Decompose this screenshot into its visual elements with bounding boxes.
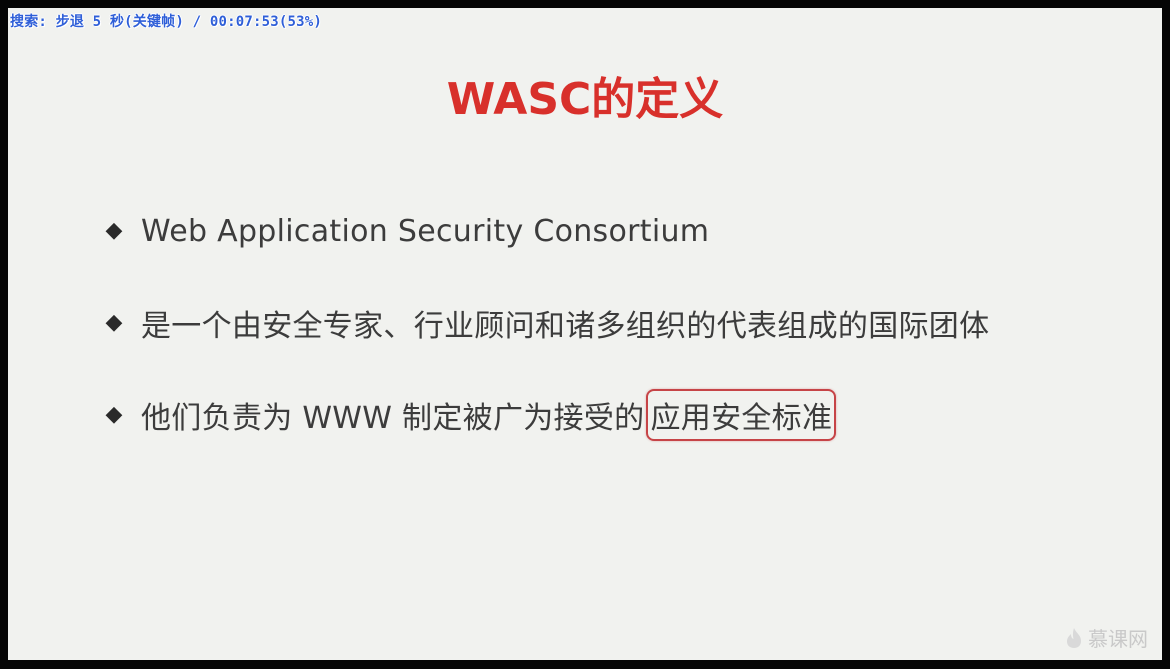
bullet-text: Web Application Security Consortium	[141, 213, 710, 249]
flame-icon	[1066, 627, 1082, 649]
watermark-logo: 慕课网	[1066, 623, 1148, 652]
bullet-text-main: 他们负责为 WWW 制定被广为接受的	[141, 401, 645, 436]
highlight-box: 应用安全标准	[646, 389, 837, 441]
bullet-item: ◆ 是一个由安全专家、行业顾问和诸多组织的代表组成的国际团体	[103, 300, 990, 346]
slide-title: WASC的定义	[446, 74, 724, 125]
bullet-text: 他们负责为 WWW 制定被广为接受的 应用安全标准	[141, 389, 837, 441]
watermark-text: 慕课网	[1088, 627, 1148, 651]
bullet-item: ◆ 他们负责为 WWW 制定被广为接受的 应用安全标准	[103, 389, 989, 441]
diamond-icon: ◆	[105, 310, 123, 335]
video-player[interactable]: 搜索: 步退 5 秒(关键帧) / 00:07:53(53%) WASC的定义 …	[0, 0, 1170, 669]
player-osd-status: 搜索: 步退 5 秒(关键帧) / 00:07:53(53%)	[10, 14, 323, 30]
diamond-icon: ◆	[105, 218, 123, 243]
bullet-text: 是一个由安全专家、行业顾问和诸多组织的代表组成的国际团体	[141, 309, 990, 344]
bullet-list: ◆ Web Application Security Consortium ◆ …	[103, 208, 989, 484]
bullet-item: ◆ Web Application Security Consortium	[103, 208, 989, 254]
slide: WASC的定义 ◆ Web Application Security Conso…	[8, 8, 1162, 660]
diamond-icon: ◆	[105, 402, 123, 427]
